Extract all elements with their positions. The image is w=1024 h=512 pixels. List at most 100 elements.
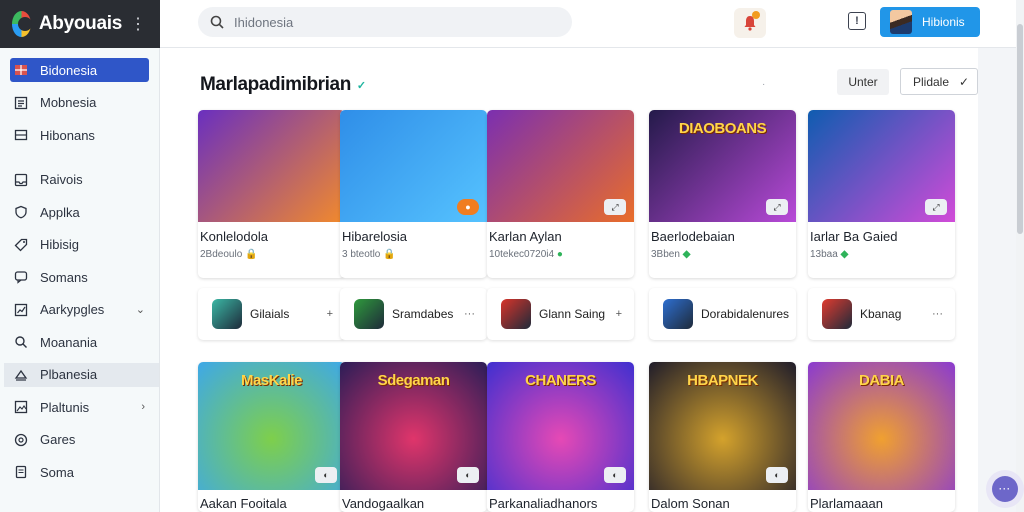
game-name: Dalom Sonan bbox=[651, 496, 730, 511]
sort-dropdown[interactable]: Plidale ✓ bbox=[900, 68, 978, 95]
list-icon bbox=[14, 96, 28, 110]
chatbot-icon: ··· bbox=[992, 476, 1018, 502]
thumbnail-title: CHANERS bbox=[525, 372, 596, 389]
chevron-right-icon[interactable]: › bbox=[141, 401, 145, 413]
check-icon: ✓ bbox=[959, 74, 970, 89]
info-icon[interactable]: ! bbox=[848, 12, 866, 30]
game-thumbnail: MasKalie ◐ bbox=[198, 362, 345, 490]
game-meta-text: 13baa bbox=[810, 249, 838, 260]
game-card[interactable]: MasKalie ◐ Aakan Fooitala bbox=[198, 362, 345, 512]
sidebar-item-soma[interactable]: Soma bbox=[10, 460, 149, 484]
sidebar-item-raivois[interactable]: Raivois bbox=[10, 168, 149, 192]
add-icon[interactable]: + bbox=[327, 308, 333, 320]
notification-dot bbox=[752, 11, 760, 19]
app-label: Glann Saing bbox=[539, 307, 606, 321]
flag-icon bbox=[14, 63, 28, 77]
rating-icon: 🔒 bbox=[245, 249, 258, 260]
chevron-down-icon[interactable]: ⌄ bbox=[136, 303, 145, 316]
more-vertical-icon[interactable]: ⋮ bbox=[130, 14, 146, 34]
more-horizontal-icon[interactable]: ··· bbox=[464, 308, 475, 320]
game-thumbnail: ● bbox=[340, 110, 487, 222]
sidebar-item-mobnesia[interactable]: Mobnesia bbox=[10, 91, 149, 115]
game-card[interactable]: ⤢ Iarlar Ba Gaied 13baa ◆ bbox=[808, 110, 955, 278]
sidebar-item-moanania[interactable]: Moanania bbox=[10, 330, 149, 354]
app-tile[interactable]: Kbanag ··· bbox=[808, 288, 955, 340]
play-icon bbox=[14, 368, 28, 382]
sidebar-item-hibonans[interactable]: Hibonans bbox=[10, 123, 149, 147]
media-badge-icon[interactable]: ◐ bbox=[766, 467, 788, 483]
app-icon bbox=[212, 299, 242, 329]
game-card[interactable]: ● Hibarelosia 3 bteotlo 🔒 bbox=[340, 110, 487, 278]
media-badge-icon[interactable]: ◐ bbox=[457, 467, 479, 483]
chatbot-button[interactable]: ··· bbox=[986, 470, 1024, 508]
app-brand[interactable]: Abyouais ⋮ bbox=[0, 0, 160, 48]
user-filter-button[interactable]: Unter bbox=[837, 69, 889, 95]
chat-icon bbox=[14, 270, 28, 284]
game-card[interactable]: Konlelodola 2Bdeoulo 🔒 bbox=[198, 110, 345, 278]
app-tile[interactable]: Sramdabes ··· bbox=[340, 288, 487, 340]
document-icon bbox=[14, 465, 28, 479]
game-thumbnail: ⤢ bbox=[487, 110, 634, 222]
search-input[interactable] bbox=[234, 14, 534, 30]
game-meta-text: 3Bben bbox=[651, 249, 680, 260]
sidebar-item-applka[interactable]: Applka bbox=[10, 200, 149, 224]
sidebar-item-label: Plaltunis bbox=[40, 399, 90, 415]
game-thumbnail: HBAPNEK ◐ bbox=[649, 362, 796, 490]
game-meta: 13baa ◆ bbox=[808, 244, 955, 260]
user-button[interactable]: Hibionis bbox=[880, 7, 980, 37]
add-icon[interactable]: + bbox=[616, 308, 622, 320]
game-meta: 3 bteotlo 🔒 bbox=[340, 244, 487, 260]
search-bar[interactable] bbox=[198, 7, 572, 37]
game-meta-text: 2Bdeoulo bbox=[200, 249, 243, 260]
top-bar: ! Hibionis bbox=[160, 0, 1024, 48]
scrollbar-thumb[interactable] bbox=[1017, 24, 1023, 234]
sidebar-item-aarkypgles[interactable]: Aarkypgles ⌄ bbox=[10, 298, 149, 322]
sidebar-item-label: Mobnesia bbox=[40, 95, 97, 110]
tag-icon bbox=[14, 238, 28, 252]
game-thumbnail: DIAOBOANS ⤢ bbox=[649, 110, 796, 222]
sidebar-item-bidonesia[interactable]: Bidonesia bbox=[10, 58, 149, 82]
game-card[interactable]: DABIA Plarlamaaan bbox=[808, 362, 955, 512]
rating-icon: ● bbox=[556, 249, 563, 260]
user-button-label: Hibionis bbox=[922, 15, 965, 29]
game-meta-text: 3 bteotlo bbox=[342, 249, 381, 260]
game-meta: 10tekec0720i4 ● bbox=[487, 244, 634, 260]
expand-icon[interactable]: ● bbox=[457, 199, 479, 215]
sidebar-item-label: Aarkypgles bbox=[40, 302, 105, 317]
game-card[interactable]: ⤢ Karlan Aylan 10tekec0720i4 ● bbox=[487, 110, 634, 278]
verified-check-icon: ✓ bbox=[356, 79, 366, 92]
page-title-text: Marlapadimibrian bbox=[200, 74, 351, 95]
sidebar-item-gares[interactable]: Gares bbox=[10, 428, 149, 452]
sidebar-item-label: Applka bbox=[40, 204, 80, 220]
app-tile[interactable]: Gilaials + bbox=[198, 288, 345, 340]
game-card[interactable]: DIAOBOANS ⤢ Baerlodebaian 3Bben ◆ bbox=[649, 110, 796, 278]
thumbnail-title: DABIA bbox=[859, 372, 905, 389]
game-name: Hibarelosia bbox=[342, 229, 408, 244]
expand-icon[interactable]: ⤢ bbox=[925, 199, 947, 215]
app-label: Gilaials bbox=[250, 307, 290, 321]
expand-icon[interactable]: ⤢ bbox=[604, 199, 626, 215]
scrollbar[interactable] bbox=[1016, 0, 1024, 512]
media-badge-icon[interactable]: ◐ bbox=[315, 467, 337, 483]
app-tile[interactable]: Dorabidalenures bbox=[649, 288, 796, 340]
tray-icon bbox=[14, 173, 28, 187]
sidebar-item-hibisig[interactable]: Hibisig bbox=[10, 233, 149, 257]
magnifier-icon bbox=[14, 335, 28, 349]
game-card[interactable]: HBAPNEK ◐ Dalom Sonan bbox=[649, 362, 796, 512]
app-tile[interactable]: Glann Saing + bbox=[487, 288, 634, 340]
more-horizontal-icon[interactable]: ··· bbox=[932, 308, 943, 320]
media-badge-icon[interactable]: ◐ bbox=[604, 467, 626, 483]
sidebar-item-plaltunis[interactable]: Plaltunis › bbox=[10, 395, 149, 419]
sidebar-item-label: Plbanesia bbox=[40, 367, 98, 382]
notification-button[interactable] bbox=[734, 8, 766, 38]
sidebar-item-plbanesia[interactable]: Plbanesia bbox=[4, 362, 159, 387]
game-thumbnail: ⤢ bbox=[808, 110, 955, 222]
sidebar-item-somans[interactable]: Somans bbox=[10, 265, 149, 289]
app-icon bbox=[354, 299, 384, 329]
game-card[interactable]: Sdegaman ◐ Vandogaalkan bbox=[340, 362, 487, 512]
sidebar-item-label: Hibisig bbox=[40, 237, 80, 252]
app-name: Abyouais bbox=[38, 13, 122, 34]
expand-icon[interactable]: ⤢ bbox=[766, 199, 788, 215]
app-icon bbox=[501, 299, 531, 329]
game-card[interactable]: CHANERS ◐ Parkanaliadhanors bbox=[487, 362, 634, 512]
